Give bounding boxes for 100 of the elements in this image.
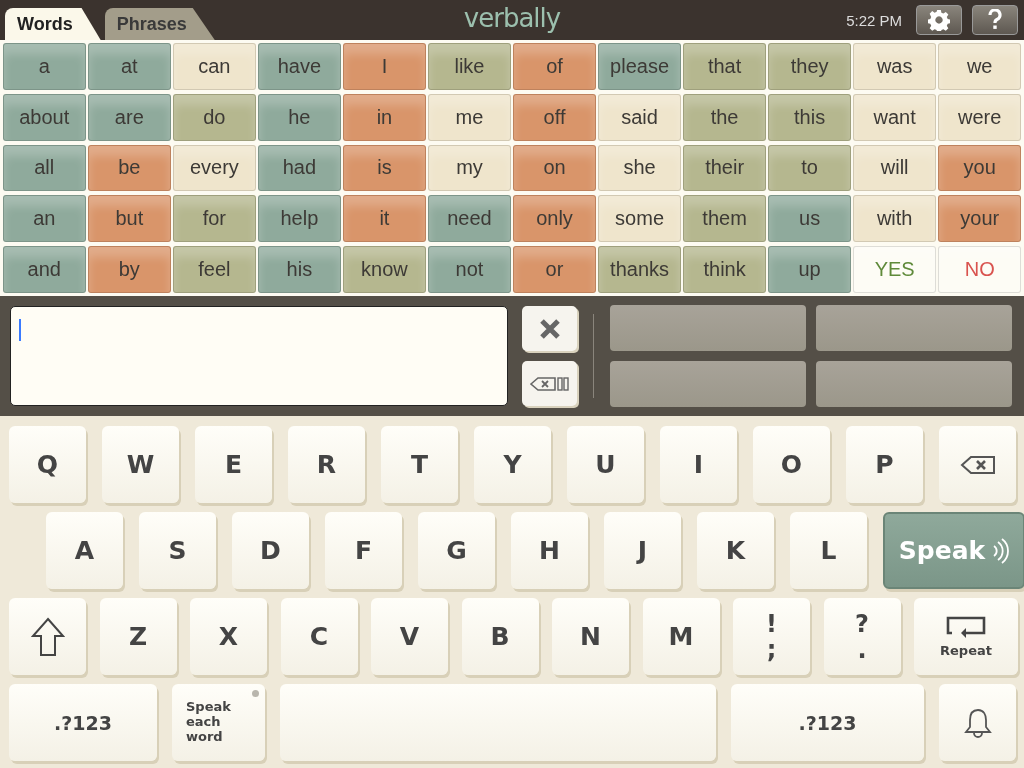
letter-key[interactable]: C [280,598,358,675]
letter-key[interactable]: W [102,426,179,503]
punctuation-key[interactable]: ! ; [733,598,810,675]
word-tile[interactable]: like [428,43,511,90]
word-tile[interactable]: that [683,43,766,90]
delete-word-button[interactable] [522,361,577,406]
word-tile[interactable]: have [258,43,341,90]
word-tile[interactable]: feel [173,246,256,293]
word-tile[interactable]: she [598,144,681,192]
letter-key[interactable]: H [511,512,588,589]
help-button[interactable] [972,5,1018,35]
letter-key[interactable]: D [232,512,309,589]
letter-key[interactable]: K [697,512,774,589]
word-tile[interactable]: an [3,195,86,243]
word-tile[interactable]: for [173,195,256,243]
word-tile[interactable]: thanks [598,246,681,293]
letter-key[interactable]: A [46,512,123,589]
word-tile[interactable]: think [683,246,766,293]
word-tile[interactable]: off [513,93,596,141]
word-tile[interactable]: every [173,144,256,192]
message-input-field[interactable] [10,306,508,406]
word-tile[interactable]: can [173,43,256,90]
word-tile[interactable]: you [938,144,1021,192]
numbers-key[interactable]: .?123 [9,684,157,761]
word-tile[interactable]: only [513,195,596,243]
word-tile[interactable]: are [88,93,171,141]
letter-key[interactable]: Z [99,598,177,675]
word-tile[interactable]: had [258,144,341,192]
letter-key[interactable]: S [139,512,216,589]
tab[interactable]: Words [5,8,101,40]
letter-key[interactable]: Q [9,426,86,503]
word-tile[interactable]: help [258,195,341,243]
word-tile[interactable]: or [513,246,596,293]
letter-key[interactable]: R [288,426,365,503]
word-tile[interactable]: not [428,246,511,293]
letter-key[interactable]: T [381,426,458,503]
word-tile[interactable]: they [768,43,851,90]
word-tile[interactable]: to [768,144,851,192]
word-tile[interactable]: his [258,246,341,293]
word-tile[interactable]: their [683,144,766,192]
word-tile[interactable]: the [683,93,766,141]
letter-key[interactable]: X [190,598,267,675]
punctuation-key[interactable]: ? . [823,598,901,675]
repeat-button[interactable]: Repeat [914,598,1018,675]
word-tile[interactable]: of [513,43,596,90]
word-tile[interactable]: need [428,195,511,243]
word-tile[interactable]: I [343,43,426,90]
letter-key[interactable]: E [195,426,272,503]
word-tile[interactable]: said [598,93,681,141]
word-tile[interactable]: he [258,93,341,141]
letter-key[interactable]: L [790,512,867,589]
letter-key[interactable]: G [418,512,495,589]
letter-key[interactable]: P [846,426,923,503]
word-tile[interactable]: was [853,43,936,90]
settings-button[interactable] [916,5,962,35]
shift-key[interactable] [9,598,86,675]
word-tile[interactable]: we [938,43,1021,90]
letter-key[interactable]: M [642,598,720,675]
word-tile[interactable]: with [853,195,936,243]
letter-key[interactable]: N [552,598,629,675]
letter-key[interactable]: B [461,598,539,675]
word-tile[interactable]: some [598,195,681,243]
word-tile[interactable]: YES [853,246,936,293]
letter-key[interactable]: I [660,426,737,503]
word-tile[interactable]: but [88,195,171,243]
letter-key[interactable]: Y [474,426,551,503]
clear-button[interactable] [522,306,577,351]
numbers-key[interactable]: .?123 [731,684,924,761]
letter-key[interactable]: U [567,426,644,503]
speak-each-word-toggle[interactable]: Speak each word [172,684,265,761]
word-tile[interactable]: a [3,43,86,90]
word-tile[interactable]: were [938,93,1021,141]
word-tile[interactable]: this [768,93,851,141]
word-tile[interactable]: us [768,195,851,243]
alert-bell-key[interactable] [939,684,1016,761]
letter-key[interactable]: J [604,512,681,589]
word-tile[interactable]: NO [938,246,1021,293]
word-tile[interactable]: them [683,195,766,243]
word-tile[interactable]: about [3,93,86,141]
word-tile[interactable]: please [598,43,681,90]
letter-key[interactable]: O [753,426,830,503]
word-tile[interactable]: up [768,246,851,293]
tab[interactable]: Phrases [104,8,215,40]
word-tile[interactable]: me [428,93,511,141]
word-tile[interactable]: be [88,144,171,192]
word-tile[interactable]: by [88,246,171,293]
letter-key[interactable]: F [325,512,402,589]
word-tile[interactable]: on [513,144,596,192]
speak-button[interactable]: Speak [883,512,1024,589]
backspace-key[interactable] [939,426,1016,503]
word-tile[interactable]: at [88,43,171,90]
word-tile[interactable]: my [428,144,511,192]
word-tile[interactable]: and [3,246,86,293]
word-tile[interactable]: do [173,93,256,141]
word-tile[interactable]: it [343,195,426,243]
word-tile[interactable]: all [3,144,86,192]
word-tile[interactable]: know [343,246,426,293]
word-tile[interactable]: want [853,93,936,141]
word-tile[interactable]: in [343,93,426,141]
word-tile[interactable]: is [343,144,426,192]
